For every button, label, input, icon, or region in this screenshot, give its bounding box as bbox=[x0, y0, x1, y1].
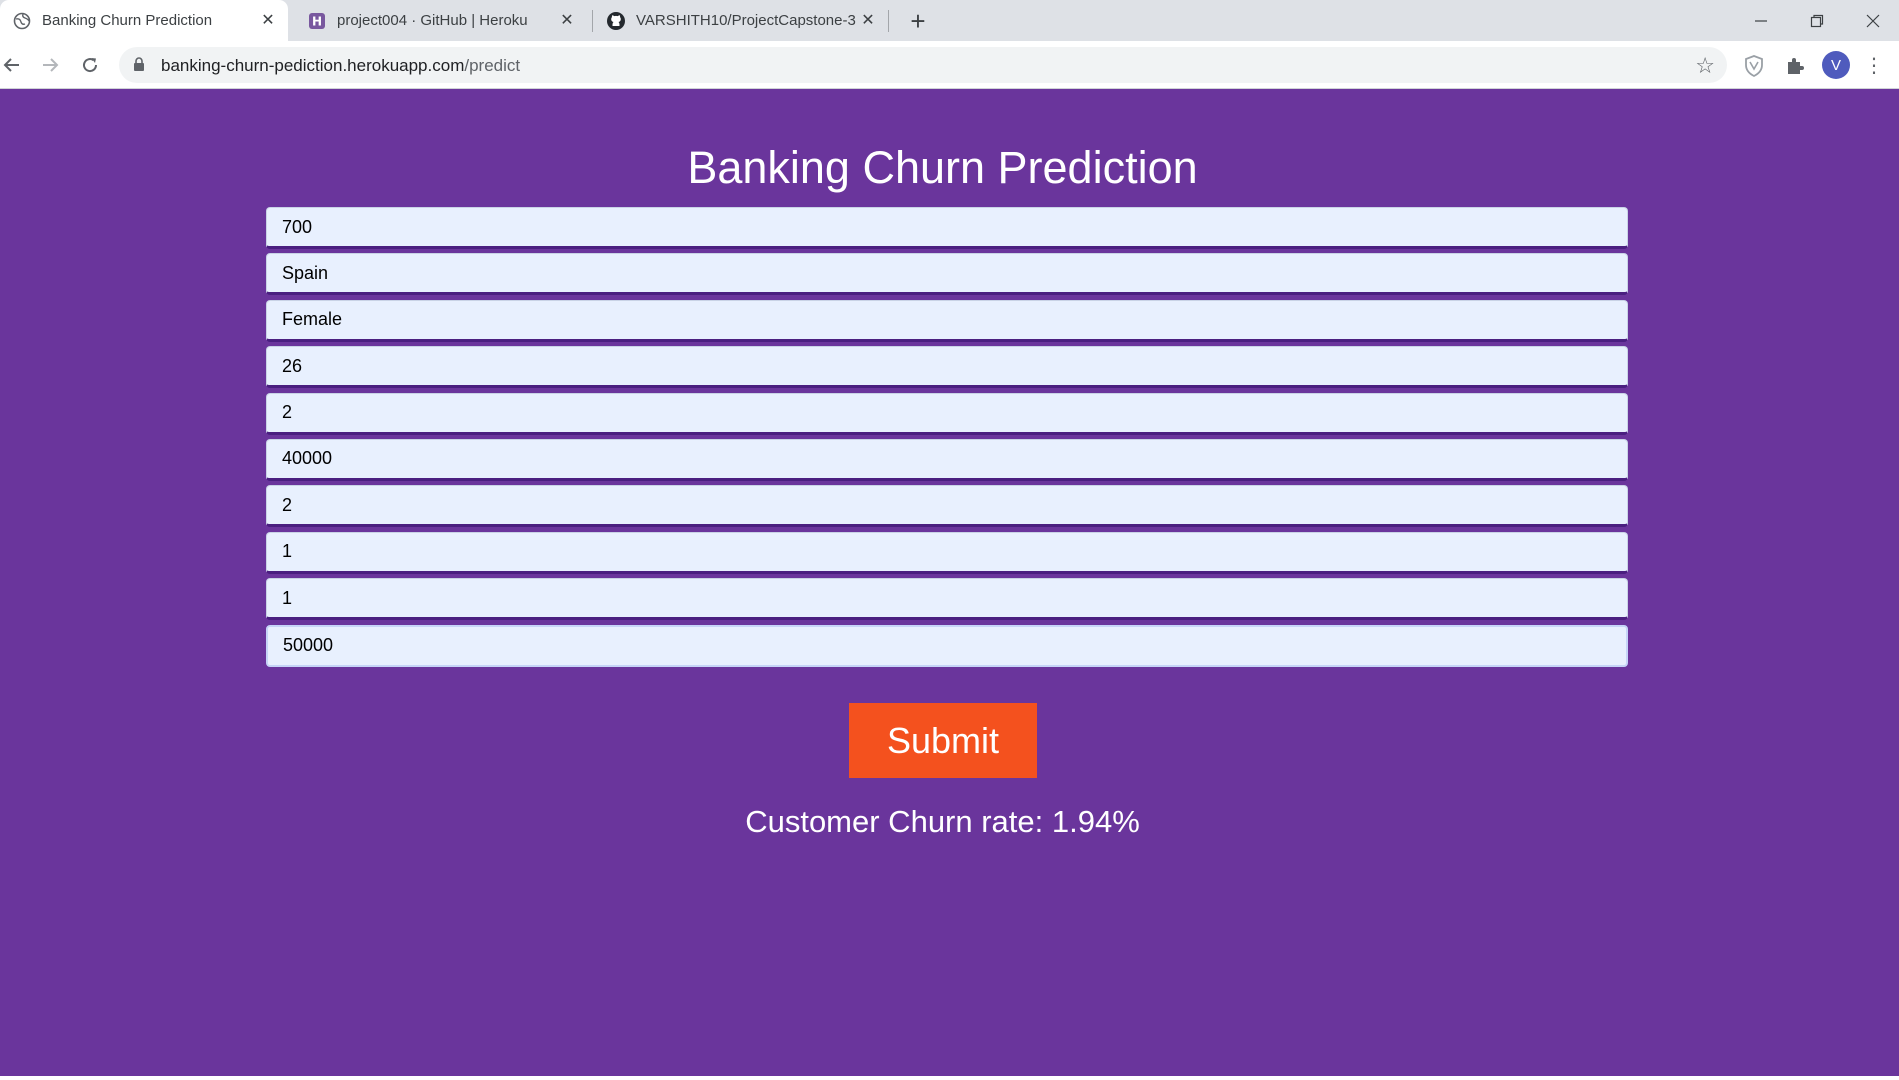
github-icon bbox=[606, 11, 626, 31]
address-bar[interactable]: banking-churn-pediction.herokuapp.com/pr… bbox=[119, 47, 1727, 83]
restore-button[interactable] bbox=[1789, 0, 1845, 41]
more-menu-icon[interactable]: ⋮ bbox=[1864, 51, 1884, 79]
churn-result-text: Customer Churn rate: 1.94% bbox=[745, 804, 1140, 839]
tab-separator bbox=[888, 10, 889, 32]
bookmark-star-icon[interactable]: ☆ bbox=[1695, 53, 1715, 79]
reload-button[interactable] bbox=[76, 51, 104, 79]
balance-input[interactable] bbox=[266, 438, 1628, 481]
close-tab-icon[interactable]: ✕ bbox=[858, 10, 878, 30]
bottom-edge bbox=[0, 1076, 1899, 1080]
tab-title: project004 · GitHub | Heroku bbox=[337, 12, 528, 29]
credit-score-input[interactable] bbox=[266, 207, 1628, 249]
forward-button[interactable] bbox=[36, 51, 64, 79]
tab-title: VARSHITH10/ProjectCapstone-3 bbox=[636, 12, 856, 29]
tab-github-repo[interactable]: VARSHITH10/ProjectCapstone-3 ✕ bbox=[594, 0, 888, 41]
has-credit-card-input[interactable] bbox=[266, 531, 1628, 574]
age-input[interactable] bbox=[266, 346, 1628, 389]
close-window-button[interactable] bbox=[1845, 0, 1899, 41]
close-icon bbox=[1866, 14, 1880, 27]
svg-text:H: H bbox=[312, 14, 322, 28]
url-host: banking-churn-pediction.herokuapp.com bbox=[161, 56, 465, 75]
minimize-icon bbox=[1755, 19, 1767, 22]
tab-project004[interactable]: H project004 · GitHub | Heroku ✕ bbox=[295, 0, 587, 41]
tab-banking-churn[interactable]: Banking Churn Prediction ✕ bbox=[0, 0, 288, 41]
profile-avatar[interactable]: V bbox=[1822, 51, 1850, 79]
num-products-input[interactable] bbox=[266, 485, 1628, 528]
tab-strip: Banking Churn Prediction ✕ H project004 … bbox=[0, 0, 1899, 41]
page-title: Banking Churn Prediction bbox=[687, 142, 1198, 194]
is-active-member-input[interactable] bbox=[266, 578, 1628, 621]
gender-input[interactable] bbox=[266, 299, 1628, 342]
shield-extension-icon[interactable] bbox=[1742, 54, 1766, 78]
close-tab-icon[interactable]: ✕ bbox=[258, 10, 278, 30]
arrow-left-icon bbox=[3, 58, 19, 72]
browser-toolbar: banking-churn-pediction.herokuapp.com/pr… bbox=[0, 41, 1899, 89]
back-button[interactable] bbox=[0, 51, 26, 79]
geography-input[interactable] bbox=[266, 253, 1628, 296]
arrow-right-icon bbox=[43, 58, 59, 72]
estimated-salary-input[interactable] bbox=[266, 624, 1628, 667]
minimize-button[interactable] bbox=[1733, 0, 1789, 41]
globe-icon bbox=[12, 11, 32, 31]
restore-icon bbox=[1810, 14, 1824, 27]
tenure-input[interactable] bbox=[266, 392, 1628, 435]
new-tab-button[interactable]: + bbox=[904, 6, 932, 36]
lock-icon bbox=[133, 57, 145, 77]
url-path: /predict bbox=[464, 56, 521, 75]
url-text: banking-churn-pediction.herokuapp.com/pr… bbox=[161, 56, 520, 76]
page-body: Banking Churn Prediction Submit Customer… bbox=[0, 90, 1899, 1080]
heroku-icon: H bbox=[307, 11, 327, 31]
prediction-form bbox=[266, 207, 1628, 671]
tab-title: Banking Churn Prediction bbox=[42, 12, 213, 29]
puzzle-extensions-icon[interactable] bbox=[1783, 54, 1807, 78]
reload-icon bbox=[83, 58, 98, 73]
close-tab-icon[interactable]: ✕ bbox=[557, 10, 577, 30]
submit-button[interactable]: Submit bbox=[849, 703, 1037, 778]
tab-separator bbox=[592, 10, 593, 32]
